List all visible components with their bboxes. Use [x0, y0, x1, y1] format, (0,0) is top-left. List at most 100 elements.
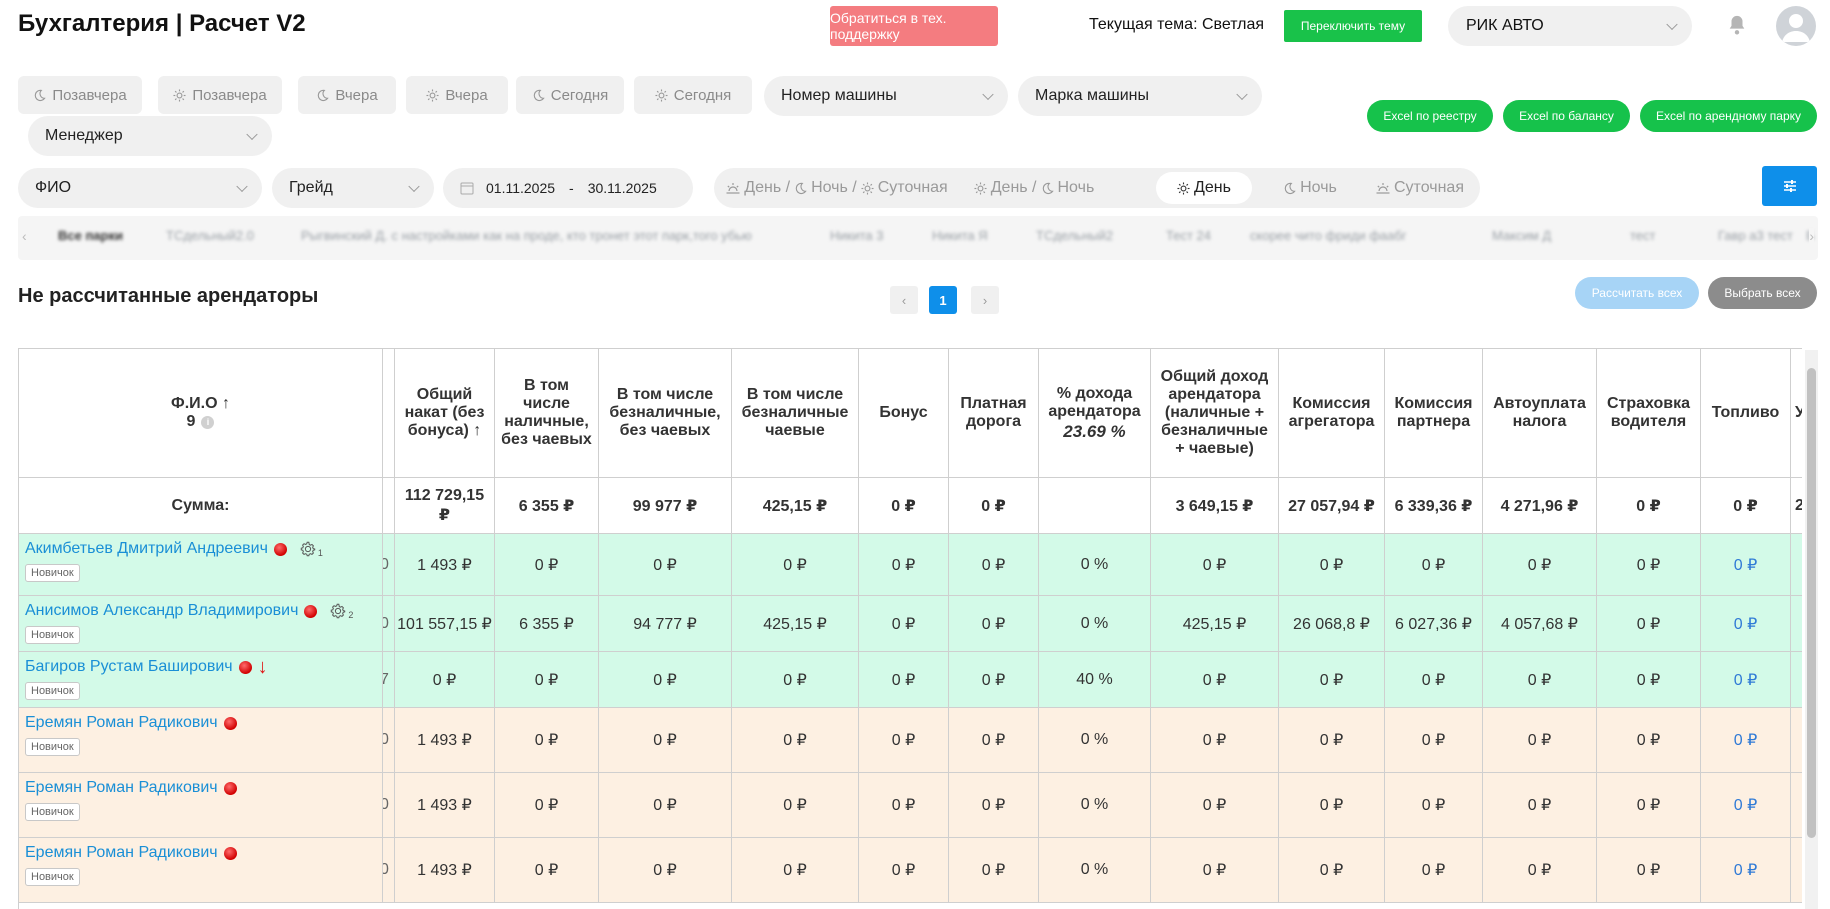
renter-name: Еремян Роман Радикович — [25, 779, 218, 796]
fuel-link[interactable]: 0 ₽ — [1701, 708, 1791, 773]
column-header[interactable]: Комиссия агрегатора — [1279, 349, 1385, 478]
park-tab[interactable]: Максим Д — [1492, 228, 1551, 243]
info-icon[interactable]: i — [201, 415, 215, 429]
date-pill-4[interactable]: Вчера — [406, 76, 508, 114]
support-button[interactable]: Обратиться в тех. поддержку — [830, 6, 998, 46]
table-cell: 0 ₽ — [949, 708, 1039, 773]
calc-all-button[interactable]: Рассчитать всех — [1575, 277, 1699, 309]
column-header[interactable]: Автоуплата налога — [1483, 349, 1597, 478]
switch-theme-button[interactable]: Переключить тему — [1284, 10, 1422, 42]
table-cell: 0 ₽ — [1483, 534, 1597, 596]
table-cell: 7 — [383, 652, 395, 708]
column-header[interactable]: В том числе безналичные чаевые — [732, 349, 859, 478]
name-column-header[interactable]: Ф.И.О ↑ 9 i — [19, 349, 383, 478]
fuel-link[interactable]: 0 ₽ — [1701, 596, 1791, 652]
park-tab[interactable]: TСдельный2.0 — [166, 228, 254, 243]
fuel-link[interactable]: 0 ₽ — [1701, 773, 1791, 838]
park-tab[interactable]: Все парки — [58, 228, 123, 243]
column-header[interactable]: Уд — [1791, 349, 1802, 478]
car-number-select[interactable]: Номер машины — [764, 76, 1008, 116]
table-cell: 0 ₽ — [949, 773, 1039, 838]
date-pill-2[interactable]: Позавчера — [158, 76, 282, 114]
park-tab[interactable]: тест — [1630, 228, 1656, 243]
column-header[interactable]: Комиссия партнера — [1385, 349, 1483, 478]
fio-select[interactable]: ФИО — [18, 168, 262, 208]
table-cell: 0 ₽ — [949, 652, 1039, 708]
park-tab[interactable]: Рыгвинский Д. с настройками как на проде… — [301, 228, 752, 243]
table-cell — [1791, 534, 1802, 596]
manager-select[interactable]: Менеджер — [28, 116, 272, 156]
pagination-page-button[interactable]: 1 — [929, 286, 957, 314]
park-tab[interactable]: Никита 3 — [830, 228, 883, 243]
shift-option-4[interactable]: Ночь — [1262, 172, 1358, 204]
shift-option-1[interactable]: День / Ночь / Суточная — [722, 172, 952, 204]
fuel-link[interactable]: 0 ₽ — [1701, 652, 1791, 708]
table-cell: 0 % — [1039, 708, 1151, 773]
excel-registry-button[interactable]: Excel по реестру — [1367, 100, 1493, 132]
table-scrollbar-thumb[interactable] — [1807, 368, 1816, 838]
shift-option-5[interactable]: Суточная — [1366, 172, 1474, 204]
renter-name-link[interactable]: Анисимов Александр Владимирович 2 — [25, 602, 353, 620]
grade-select[interactable]: Грейд — [272, 168, 434, 208]
gear-icon[interactable]: 2 — [329, 602, 353, 620]
excel-rental-park-button[interactable]: Excel по арендному парку — [1640, 100, 1817, 132]
park-tab[interactable]: Гавр а3 тест — [1718, 228, 1793, 243]
renter-name-link[interactable]: Акимбетьев Дмитрий Андреевич 1 — [25, 540, 323, 558]
pagination-next-button[interactable]: › — [971, 286, 999, 314]
shift-option-label: Ночь — [1057, 179, 1095, 196]
table-cell — [1039, 478, 1151, 534]
column-header[interactable]: Общий доход арендатора (наличные + безна… — [1151, 349, 1279, 478]
column-header-label: Автоуплата налога — [1493, 395, 1586, 430]
column-header[interactable]: В том числе наличные, без чаевых — [495, 349, 599, 478]
filter-settings-button[interactable] — [1762, 166, 1817, 206]
company-select[interactable]: РИК АВТО — [1448, 6, 1692, 46]
grade-placeholder: Грейд — [289, 179, 333, 196]
park-tab[interactable]: TСдельный2 — [1036, 228, 1113, 243]
gear-icon[interactable]: 1 — [299, 540, 323, 558]
sun-icon — [974, 181, 987, 195]
shift-option-2[interactable]: День / Ночь — [964, 172, 1104, 204]
bell-icon[interactable] — [1726, 14, 1748, 36]
shift-option-label: День / — [990, 179, 1037, 196]
chevron-down-icon — [408, 180, 420, 193]
park-tab[interactable]: Тест 24 — [1166, 228, 1211, 243]
excel-balance-button[interactable]: Excel по балансу — [1503, 100, 1630, 132]
renter-name-link[interactable]: Еремян Роман Радикович — [25, 714, 237, 732]
fuel-link[interactable]: 0 ₽ — [1701, 838, 1791, 903]
table-cell: 0 ₽ — [1151, 838, 1279, 903]
column-header[interactable]: % дохода арендатора 23.69 % — [1039, 349, 1151, 478]
column-header[interactable]: Страховка водителя — [1597, 349, 1701, 478]
renter-name-link[interactable]: Багиров Рустам Баширович ↓ — [25, 657, 268, 677]
table-cell: 0 ₽ — [859, 652, 949, 708]
fuel-link[interactable]: 0 ₽ — [1701, 534, 1791, 596]
table-cell — [1791, 838, 1802, 903]
column-header-label: Топливо — [1711, 404, 1780, 421]
date-pill-5[interactable]: Сегодня — [516, 76, 624, 114]
column-header[interactable]: Общий накат (без бонуса) ↑ — [395, 349, 495, 478]
date-range-picker[interactable]: 01.11.2025 - 30.11.2025 — [443, 168, 693, 208]
tabs-scroll-left-icon[interactable]: ‹ — [22, 228, 27, 244]
avatar[interactable] — [1776, 6, 1816, 46]
car-brand-select[interactable]: Марка машины — [1018, 76, 1262, 116]
renter-name-link[interactable]: Еремян Роман Радикович — [25, 779, 237, 797]
date-pill-3[interactable]: Вчера — [298, 76, 396, 114]
shift-option-3[interactable]: День — [1156, 172, 1252, 204]
park-tab[interactable]: скорее чито фриди фаабг — [1250, 228, 1407, 243]
table-cell: 0 ₽ — [1385, 652, 1483, 708]
table-cell: 0 ₽ — [1483, 838, 1597, 903]
column-header-label: Общий доход арендатора (наличные + безна… — [1160, 368, 1269, 457]
theme-label: Текущая тема: Светлая — [1089, 16, 1265, 33]
date-pill-6[interactable]: Сегодня — [634, 76, 752, 114]
column-header[interactable]: Платная дорога — [949, 349, 1039, 478]
park-tab[interactable]: Никита Я — [932, 228, 988, 243]
tabs-scroll-right-icon[interactable]: › — [1809, 228, 1814, 244]
column-header[interactable]: Бонус — [859, 349, 949, 478]
column-header[interactable]: В том числе безналичные, без чаевых — [599, 349, 732, 478]
pagination-prev-button[interactable]: ‹ — [890, 286, 918, 314]
select-all-button[interactable]: Выбрать всех — [1708, 277, 1817, 309]
column-header[interactable]: Топливо — [1701, 349, 1791, 478]
renter-name-link[interactable]: Еремян Роман Радикович — [25, 844, 237, 862]
status-badge: Новичок — [25, 803, 80, 821]
table-cell: 0 ₽ — [732, 838, 859, 903]
date-pill-1[interactable]: Позавчера — [18, 76, 142, 114]
